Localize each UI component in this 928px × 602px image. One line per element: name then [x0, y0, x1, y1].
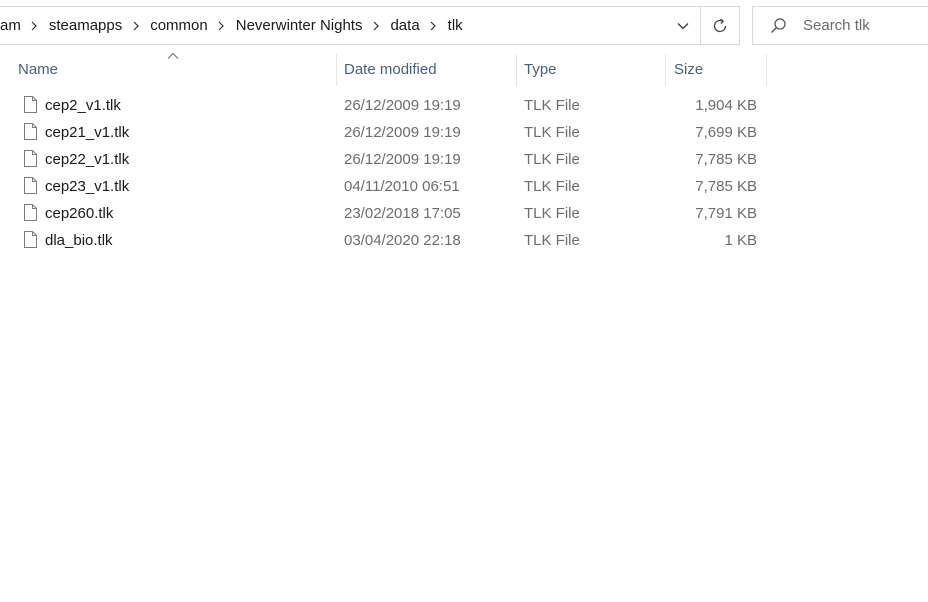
search-box[interactable]	[752, 6, 928, 45]
file-icon	[24, 96, 37, 113]
file-date-modified: 26/12/2009 19:19	[344, 124, 461, 141]
file-name[interactable]: cep21_v1.tlk	[45, 124, 129, 141]
column-header-date-modified[interactable]: Date modified	[344, 52, 516, 86]
file-row[interactable]: cep22_v1.tlk 26/12/2009 19:19 TLK File 7…	[0, 147, 768, 174]
file-type: TLK File	[524, 205, 580, 222]
file-icon	[24, 177, 37, 194]
file-type: TLK File	[524, 97, 580, 114]
column-header-name[interactable]: Name	[18, 52, 336, 86]
chevron-right-icon[interactable]	[26, 21, 44, 31]
file-name[interactable]: dla_bio.tlk	[45, 232, 113, 249]
file-type: TLK File	[524, 124, 580, 141]
file-date-modified: 03/04/2020 22:18	[344, 232, 461, 249]
file-type: TLK File	[524, 151, 580, 168]
breadcrumb-item-common[interactable]: common	[145, 17, 213, 34]
address-history-button[interactable]	[666, 7, 701, 44]
file-row[interactable]: dla_bio.tlk 03/04/2020 22:18 TLK File 1 …	[0, 228, 768, 255]
refresh-icon	[713, 18, 727, 32]
file-row[interactable]: cep23_v1.tlk 04/11/2010 06:51 TLK File 7…	[0, 174, 768, 201]
file-row[interactable]: cep260.tlk 23/02/2018 17:05 TLK File 7,7…	[0, 201, 768, 228]
column-divider[interactable]	[516, 54, 517, 86]
chevron-right-icon[interactable]	[425, 21, 443, 31]
column-divider[interactable]	[336, 54, 337, 86]
column-divider[interactable]	[766, 54, 767, 86]
breadcrumb-item-am[interactable]: am	[0, 17, 26, 34]
breadcrumb-item-data[interactable]: data	[385, 17, 424, 34]
breadcrumb: am steamapps common Neverwinter Nights d…	[0, 7, 666, 44]
file-size: 1 KB	[724, 232, 757, 249]
breadcrumb-item-tlk[interactable]: tlk	[443, 17, 468, 34]
column-divider[interactable]	[665, 54, 666, 86]
address-bar[interactable]: am steamapps common Neverwinter Nights d…	[0, 6, 740, 45]
file-name[interactable]: cep2_v1.tlk	[45, 97, 121, 114]
column-header-size[interactable]: Size	[674, 52, 766, 86]
file-icon	[24, 204, 37, 221]
file-size: 7,785 KB	[695, 151, 757, 168]
file-size: 7,791 KB	[695, 205, 757, 222]
file-type: TLK File	[524, 232, 580, 249]
file-list: cep2_v1.tlk 26/12/2009 19:19 TLK File 1,…	[0, 93, 768, 255]
column-headers: Name Date modified Type Size	[0, 52, 768, 86]
file-explorer: am steamapps common Neverwinter Nights d…	[0, 0, 928, 602]
search-input[interactable]	[803, 17, 928, 34]
file-name[interactable]: cep23_v1.tlk	[45, 178, 129, 195]
chevron-right-icon[interactable]	[127, 21, 145, 31]
file-date-modified: 26/12/2009 19:19	[344, 97, 461, 114]
column-header-type[interactable]: Type	[524, 52, 665, 86]
chevron-down-icon	[677, 22, 689, 29]
breadcrumb-item-steamapps[interactable]: steamapps	[44, 17, 127, 34]
file-type: TLK File	[524, 178, 580, 195]
file-icon	[24, 231, 37, 248]
file-row[interactable]: cep2_v1.tlk 26/12/2009 19:19 TLK File 1,…	[0, 93, 768, 120]
file-date-modified: 04/11/2010 06:51	[344, 178, 460, 195]
file-size: 1,904 KB	[695, 97, 757, 114]
file-date-modified: 26/12/2009 19:19	[344, 151, 461, 168]
refresh-button[interactable]	[701, 7, 739, 44]
file-row[interactable]: cep21_v1.tlk 26/12/2009 19:19 TLK File 7…	[0, 120, 768, 147]
breadcrumb-item-neverwinter-nights[interactable]: Neverwinter Nights	[231, 17, 368, 34]
chevron-right-icon[interactable]	[213, 21, 231, 31]
file-name[interactable]: cep22_v1.tlk	[45, 151, 129, 168]
search-icon	[753, 17, 803, 34]
file-icon	[24, 123, 37, 140]
file-name[interactable]: cep260.tlk	[45, 205, 113, 222]
file-size: 7,699 KB	[695, 124, 757, 141]
file-size: 7,785 KB	[695, 178, 757, 195]
chevron-right-icon[interactable]	[367, 21, 385, 31]
file-date-modified: 23/02/2018 17:05	[344, 205, 461, 222]
file-icon	[24, 150, 37, 167]
